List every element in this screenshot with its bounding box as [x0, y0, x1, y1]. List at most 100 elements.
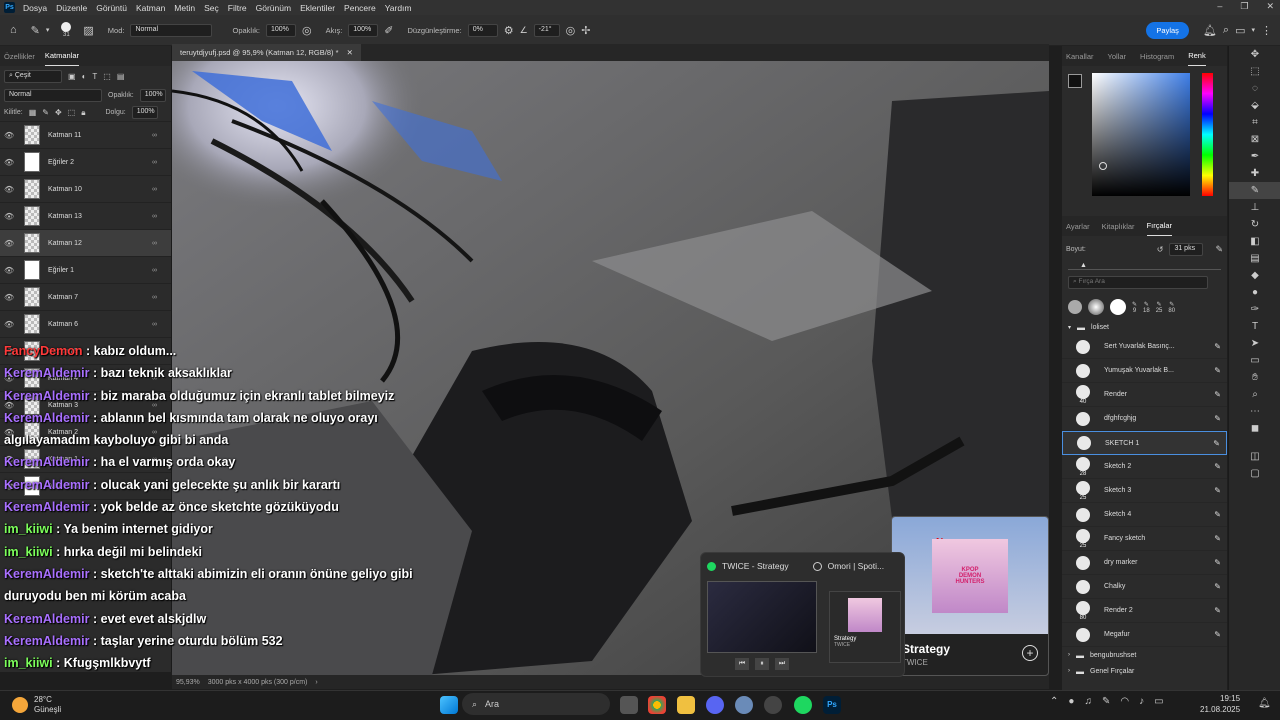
menu-item-plugins[interactable]: Eklentiler — [300, 3, 335, 13]
add-icon[interactable]: + — [1022, 645, 1038, 661]
brush-folder-collapsed[interactable]: › ▬ Genel Fırçalar — [1062, 663, 1227, 679]
brush-item[interactable]: 25 Sketch 3 ✎ — [1062, 479, 1227, 503]
layer-row[interactable]: 👁︎ Katman 6 ∞ — [0, 311, 171, 338]
pressure-opacity-icon[interactable]: ◎ — [302, 24, 312, 37]
file-explorer-icon[interactable] — [677, 696, 695, 714]
photoshop-taskbar-icon[interactable]: Ps — [823, 696, 841, 714]
chevron-up-icon[interactable]: ⌃ — [1050, 696, 1058, 707]
taskbar-search[interactable]: ⌕ Ara — [462, 693, 610, 715]
app-tray-icon[interactable]: ● — [1068, 696, 1074, 707]
blend-mode-select[interactable]: Normal — [4, 88, 102, 102]
clock[interactable]: 19:15 21.08.2025 — [1200, 693, 1240, 715]
saturation-brightness-field[interactable] — [1092, 73, 1190, 196]
airbrush-icon[interactable]: ✐ — [384, 24, 393, 37]
preset-25[interactable]: ✎ 25 — [1156, 301, 1163, 314]
layer-row[interactable]: 👁︎ Eğriler 1 ∞ — [0, 257, 171, 284]
window-title[interactable]: TWICE - Strategy — [722, 561, 789, 571]
minimize-icon[interactable]: – — [1217, 1, 1222, 12]
tab-adjustments[interactable]: Ayarlar — [1066, 222, 1090, 236]
foreground-color-swatch[interactable] — [1068, 74, 1082, 88]
new-brush-icon[interactable]: ✎ — [1215, 244, 1223, 255]
settings-icon[interactable] — [735, 696, 753, 714]
object-select-tool-icon[interactable]: ⬙ — [1229, 97, 1280, 114]
battery-icon[interactable]: ▭ — [1154, 696, 1163, 707]
brush-item[interactable]: 25 Fancy sketch ✎ — [1062, 527, 1227, 551]
menu-item-image[interactable]: Görüntü — [96, 3, 127, 13]
zoom-level[interactable]: 95,93% — [176, 679, 200, 686]
fill-input[interactable]: 100% — [131, 106, 158, 119]
brush-item[interactable]: Sert Yuvarlak Basınç... ✎ — [1062, 335, 1227, 359]
home-icon[interactable]: ⌂ — [10, 24, 17, 36]
brush-tool-icon[interactable]: ✎ — [31, 24, 40, 37]
brush-item[interactable]: 80 Render 2 ✎ — [1062, 599, 1227, 623]
menu-item-select[interactable]: Seç — [204, 3, 219, 13]
start-icon[interactable] — [440, 696, 458, 714]
wifi-icon[interactable]: ◠ — [1120, 696, 1129, 707]
filter-smart-icon[interactable]: ▤ — [117, 72, 125, 81]
brush-item[interactable]: 40 Render ✎ — [1062, 383, 1227, 407]
layer-filter-select[interactable]: ⌕ Çeşit — [4, 69, 62, 83]
tab-channels[interactable]: Kanallar — [1066, 52, 1094, 66]
eye-icon[interactable]: 👁︎ — [4, 320, 16, 329]
brush-tool-icon[interactable]: ✎ — [1229, 182, 1280, 199]
lock-all-icon[interactable]: 🔒︎ — [81, 108, 85, 118]
bell-icon[interactable]: 🔔︎ — [1203, 24, 1217, 37]
zoom-tool-icon[interactable]: ⌕ — [1229, 386, 1280, 403]
eye-icon[interactable]: 👁︎ — [4, 266, 16, 275]
hue-slider[interactable] — [1202, 73, 1213, 196]
brush-item[interactable]: Chalky ✎ — [1062, 575, 1227, 599]
spotify-window-thumbnail[interactable] — [707, 581, 817, 653]
menu-item-type[interactable]: Metin — [174, 3, 195, 13]
eye-icon[interactable]: 👁︎ — [4, 293, 16, 302]
close-icon[interactable]: ✕ — [347, 48, 353, 57]
brush-item[interactable]: dfghfcghjg ✎ — [1062, 407, 1227, 431]
chevron-down-icon[interactable]: ▾ — [46, 26, 50, 34]
document-tab[interactable]: teruytdjyufj.psd @ 95,9% (Katman 12, RGB… — [172, 44, 361, 61]
menu-item-layer[interactable]: Katman — [136, 3, 165, 13]
obs-icon[interactable] — [764, 696, 782, 714]
microphone-icon[interactable]: ♫ — [1084, 696, 1092, 707]
tab-properties[interactable]: Özellikler — [4, 52, 35, 66]
move-tool-icon[interactable]: ✥ — [1229, 46, 1280, 63]
layer-row[interactable]: 👁︎ Katman 11 ∞ — [0, 122, 171, 149]
menu-item-edit[interactable]: Düzenle — [56, 3, 87, 13]
preset-soft-brush-icon[interactable] — [1088, 299, 1104, 315]
pause-icon[interactable]: ⏸︎ — [755, 658, 769, 670]
preset-hard-brush-icon[interactable] — [1110, 299, 1126, 315]
layer-row[interactable]: 👁︎ Katman 10 ∞ — [0, 176, 171, 203]
eye-icon[interactable]: 👁︎ — [4, 212, 16, 221]
lock-pixels-icon[interactable]: ▦ — [29, 108, 37, 117]
more-icon[interactable]: ⋮ — [1261, 24, 1272, 37]
mode-select[interactable]: Normal — [130, 23, 213, 37]
layer-row[interactable]: 👁︎ Katman 13 ∞ — [0, 203, 171, 230]
menu-item-filter[interactable]: Filtre — [228, 3, 247, 13]
brush-item[interactable]: Sketch 4 ✎ — [1062, 503, 1227, 527]
lock-move-icon[interactable]: ✥ — [55, 108, 62, 117]
smoothing-input[interactable]: 0% — [467, 23, 498, 37]
mini-player-thumbnail[interactable]: Strategy TWICE — [829, 591, 901, 663]
eyedropper-tool-icon[interactable]: ✒ — [1229, 148, 1280, 165]
filter-pixel-icon[interactable]: ▣ — [68, 72, 76, 81]
more-tools-icon[interactable]: ⋯ — [1229, 403, 1280, 420]
color-swatches-icon[interactable]: ◼ — [1229, 420, 1280, 448]
dodge-tool-icon[interactable]: ● — [1229, 284, 1280, 301]
brush-search-input[interactable]: ⌕ Fırça Ara — [1068, 276, 1208, 289]
blur-tool-icon[interactable]: ◆ — [1229, 267, 1280, 284]
tab-brushes[interactable]: Fırçalar — [1146, 221, 1172, 236]
lock-artboard-icon[interactable]: ⬚ — [68, 108, 76, 117]
layer-row[interactable]: 👁︎ Katman 7 ∞ — [0, 284, 171, 311]
slider-handle[interactable]: ▲ — [1080, 262, 1087, 269]
brush-item[interactable]: Megafur ✎ — [1062, 623, 1227, 647]
eye-icon[interactable]: 👁︎ — [4, 158, 16, 167]
gradient-tool-icon[interactable]: ▤ — [1229, 250, 1280, 267]
history-brush-tool-icon[interactable]: ↻ — [1229, 216, 1280, 233]
tab-libraries[interactable]: Kitaplıklar — [1102, 222, 1135, 236]
workspace-icon[interactable]: ▭ — [1235, 24, 1245, 37]
search-icon[interactable]: ⌕ — [1223, 24, 1229, 37]
brush-item[interactable]: SKETCH 1 ✎ — [1062, 431, 1227, 455]
lasso-tool-icon[interactable]: ◌ — [1229, 80, 1280, 97]
lock-paint-icon[interactable]: ✎ — [42, 108, 49, 117]
hand-tool-icon[interactable]: ✋︎ — [1229, 369, 1280, 386]
layer-row[interactable]: 👁︎ Katman 12 ∞ — [0, 230, 171, 257]
filter-type-icon[interactable]: T — [92, 72, 97, 81]
